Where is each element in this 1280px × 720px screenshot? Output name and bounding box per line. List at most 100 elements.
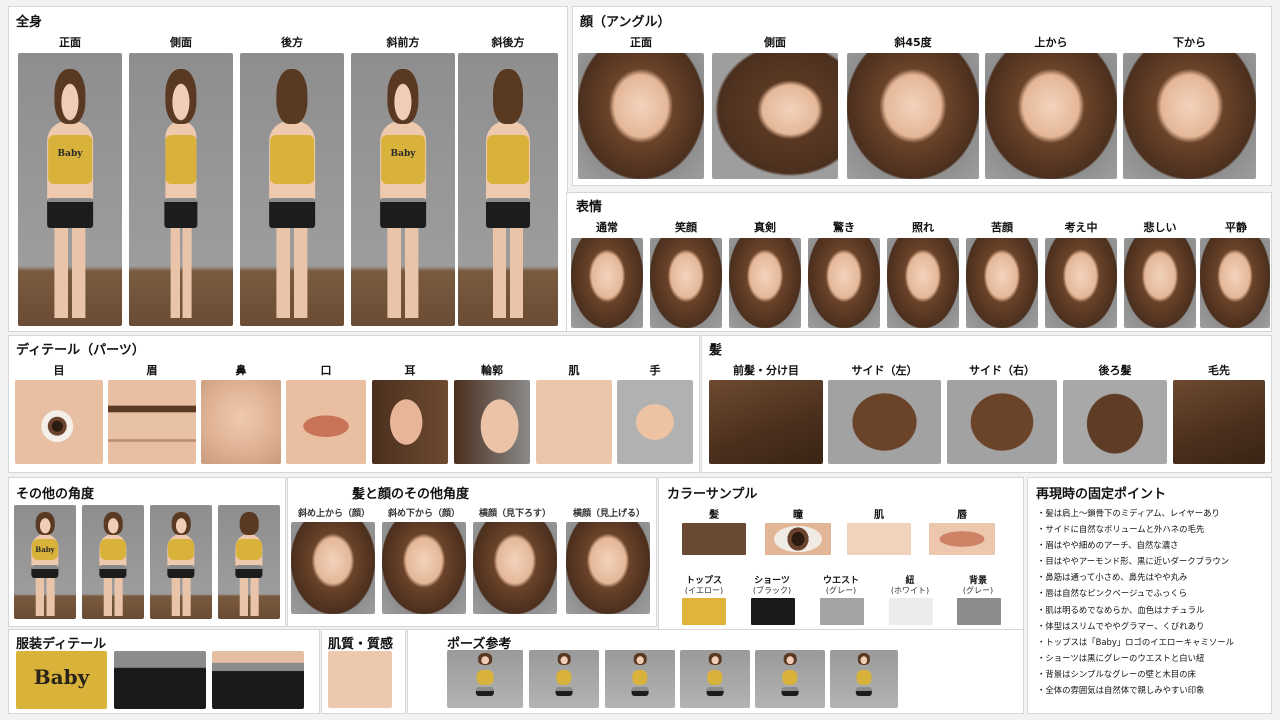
hair-face-photo-2 (382, 522, 466, 614)
hair-face-photo-3 (473, 522, 557, 614)
hair-face-label-2: 斜め下から（顔） (387, 509, 460, 519)
face-angle-photo-front (578, 53, 704, 179)
fixed-point-item: ・ショーツは黒にグレーのウエストと白い紐 (1037, 652, 1205, 663)
other-angles-title: その他の角度 (16, 487, 95, 502)
color-sublabel-waist: (グレー) (825, 586, 857, 595)
color-sublabel-tops: (イエロー) (684, 586, 724, 595)
pose-photo-3 (605, 650, 675, 708)
hair-photo-ends (1173, 380, 1265, 464)
expression-label-shy: 照れ (912, 221, 934, 234)
color-label-hair: 髪 (709, 510, 719, 521)
color-swatch-lips (929, 523, 995, 555)
hair-photo-bangs (709, 380, 823, 464)
full-body-photo-front: Baby (18, 53, 122, 326)
fixed-points-list: ・髪は肩上〜鎖骨下のミディアム、レイヤーあり ・サイドに自然なボリュームと外ハネ… (1037, 505, 1267, 698)
face-angle-label-above: 上から (1034, 36, 1068, 49)
face-angle-photo-45 (847, 53, 979, 179)
color-swatch-hair (682, 523, 746, 555)
fixed-point-item: ・鼻筋は通って小さめ、鼻先はやや丸み (1037, 572, 1188, 583)
fixed-point-item: ・髪は肩上〜鎖骨下のミディアム、レイヤーあり (1037, 508, 1220, 518)
face-angle-label-front: 正面 (630, 36, 652, 49)
skin-texture-title: 肌質・質感 (328, 637, 394, 652)
fixed-point-item: ・眉はやや細めのアーチ、自然な濃さ (1037, 540, 1179, 551)
hair-face-photo-4 (566, 522, 650, 614)
expression-photo-shy (887, 238, 959, 328)
full-body-label-front: 正面 (59, 36, 81, 49)
skin-texture-photo (328, 651, 392, 708)
hair-face-label-3: 横顔（見下ろす） (478, 509, 551, 519)
color-swatch-tops (682, 598, 726, 625)
expression-photo-serious (729, 238, 801, 328)
details-title: ディテール（パーツ） (16, 343, 145, 358)
detail-photo-hand (617, 380, 693, 464)
detail-photo-eye (15, 380, 103, 464)
detail-photo-ear (372, 380, 448, 464)
hair-photo-side-right (947, 380, 1057, 464)
hair-face-photo-1 (291, 522, 375, 614)
expression-photo-smile (650, 238, 722, 328)
hair-photo-side-left (828, 380, 941, 464)
full-body-photo-side (129, 53, 233, 326)
expression-photo-surprised (808, 238, 880, 328)
color-swatch-eye (765, 523, 831, 555)
full-body-photo-back (240, 53, 344, 326)
full-body-title: 全身 (16, 15, 43, 30)
expression-label-pained: 苦顔 (991, 221, 1013, 234)
face-angle-title: 顔（アングル） (580, 15, 671, 30)
detail-photo-brow (108, 380, 196, 464)
expression-label-smile: 笑顔 (675, 221, 697, 234)
fixed-point-item: ・目はややアーモンド形、黒に近いダークブラウン (1037, 556, 1230, 567)
fixed-point-item: ・サイドに自然なボリュームと外ハネの毛先 (1037, 524, 1205, 535)
pose-photo-6 (830, 650, 898, 708)
hair-title: 髪 (709, 343, 723, 358)
expression-label-serious: 真剣 (754, 221, 776, 234)
hair-label-side-left: サイド（左） (851, 364, 918, 377)
detail-label-contour: 輪郭 (481, 364, 503, 377)
expression-label-thinking: 考え中 (1064, 221, 1098, 234)
full-body-label-front-diagonal: 斜前方 (386, 36, 420, 49)
hair-label-back: 後ろ髪 (1098, 364, 1132, 377)
color-swatch-shorts (751, 598, 795, 625)
expression-photo-sad (1124, 238, 1196, 328)
color-label-eye: 瞳 (793, 510, 803, 521)
detail-label-eye: 目 (53, 364, 65, 377)
hair-face-label-1: 斜め上から（顔） (297, 509, 370, 519)
expressions-title: 表情 (576, 200, 603, 215)
expression-label-surprised: 驚き (833, 221, 855, 234)
other-angle-photo-2 (82, 505, 144, 619)
color-label-lips: 唇 (957, 510, 967, 521)
detail-photo-nose (201, 380, 281, 464)
fixed-point-item: ・唇は自然なピンクベージュでふっくら (1037, 588, 1187, 599)
pose-photo-2 (529, 650, 599, 708)
hair-face-label-4: 横顔（見上げる） (572, 509, 645, 519)
face-angle-label-side: 側面 (764, 36, 786, 49)
detail-label-hand: 手 (649, 364, 661, 377)
hair-label-ends: 毛先 (1208, 364, 1230, 377)
pose-photo-1 (447, 650, 523, 708)
color-swatch-skin (847, 523, 911, 555)
full-body-photo-front-diagonal: Baby (351, 53, 455, 326)
face-angle-label-45: 斜45度 (894, 36, 932, 49)
detail-label-nose: 鼻 (235, 364, 247, 377)
outfit-title: 服装ディテール (16, 637, 107, 652)
color-swatch-background (957, 598, 1001, 625)
expression-photo-calm (1200, 238, 1270, 328)
detail-photo-skin (536, 380, 612, 464)
detail-photo-mouth (286, 380, 366, 464)
detail-label-mouth: 口 (320, 364, 332, 377)
fixed-point-item: ・トップスは「Baby」ロゴのイエローキャミソール (1037, 636, 1234, 647)
color-sublabel-background: (グレー) (962, 586, 994, 595)
other-angle-photo-4 (218, 505, 280, 619)
outfit-photo-shorts-back (212, 651, 304, 709)
full-body-label-back-diagonal: 斜後方 (491, 36, 525, 49)
face-angle-photo-above (985, 53, 1117, 179)
shirt-logo: Baby (390, 148, 416, 159)
shirt-logo: Baby (35, 544, 55, 554)
detail-label-ear: 耳 (404, 364, 416, 377)
fixed-point-item: ・全体の雰囲気は自然体で親しみやすい印象 (1037, 685, 1205, 696)
fixed-points-title: 再現時の固定ポイント (1036, 487, 1167, 502)
hair-label-side-right: サイド（右） (969, 364, 1035, 377)
fixed-point-item: ・背景はシンプルなグレーの壁と木目の床 (1037, 668, 1196, 679)
fixed-point-item: ・体型はスリムでややグラマー、くびれあり (1037, 620, 1205, 631)
full-body-photo-back-diagonal (458, 53, 558, 326)
